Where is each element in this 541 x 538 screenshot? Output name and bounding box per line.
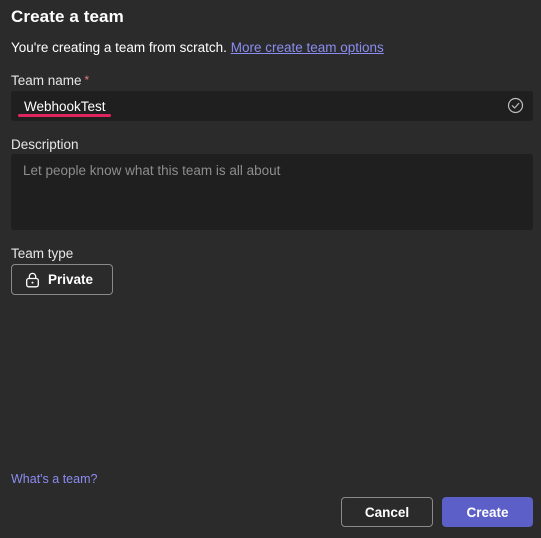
subtitle-text: You're creating a team from scratch. xyxy=(11,40,227,55)
whats-a-team-link[interactable]: What's a team? xyxy=(11,472,97,486)
team-name-label: Team name * xyxy=(11,73,89,88)
create-button[interactable]: Create xyxy=(442,497,533,527)
description-textarea[interactable] xyxy=(11,154,533,230)
description-field[interactable] xyxy=(11,154,533,230)
cancel-button[interactable]: Cancel xyxy=(341,497,433,527)
check-circle-icon xyxy=(507,97,524,114)
team-type-button[interactable]: Private xyxy=(11,264,113,295)
team-type-value: Private xyxy=(48,272,94,287)
lock-icon xyxy=(26,272,39,287)
create-team-dialog: Create a team You're creating a team fro… xyxy=(0,0,541,538)
dialog-subtitle: You're creating a team from scratch. Mor… xyxy=(11,40,384,55)
more-create-team-options-link[interactable]: More create team options xyxy=(231,40,384,55)
dialog-title: Create a team xyxy=(11,7,124,26)
description-label: Description xyxy=(11,137,79,152)
team-name-label-text: Team name xyxy=(11,73,82,88)
spellcheck-underline xyxy=(18,114,111,117)
required-marker: * xyxy=(84,73,90,87)
team-type-label: Team type xyxy=(11,246,74,261)
